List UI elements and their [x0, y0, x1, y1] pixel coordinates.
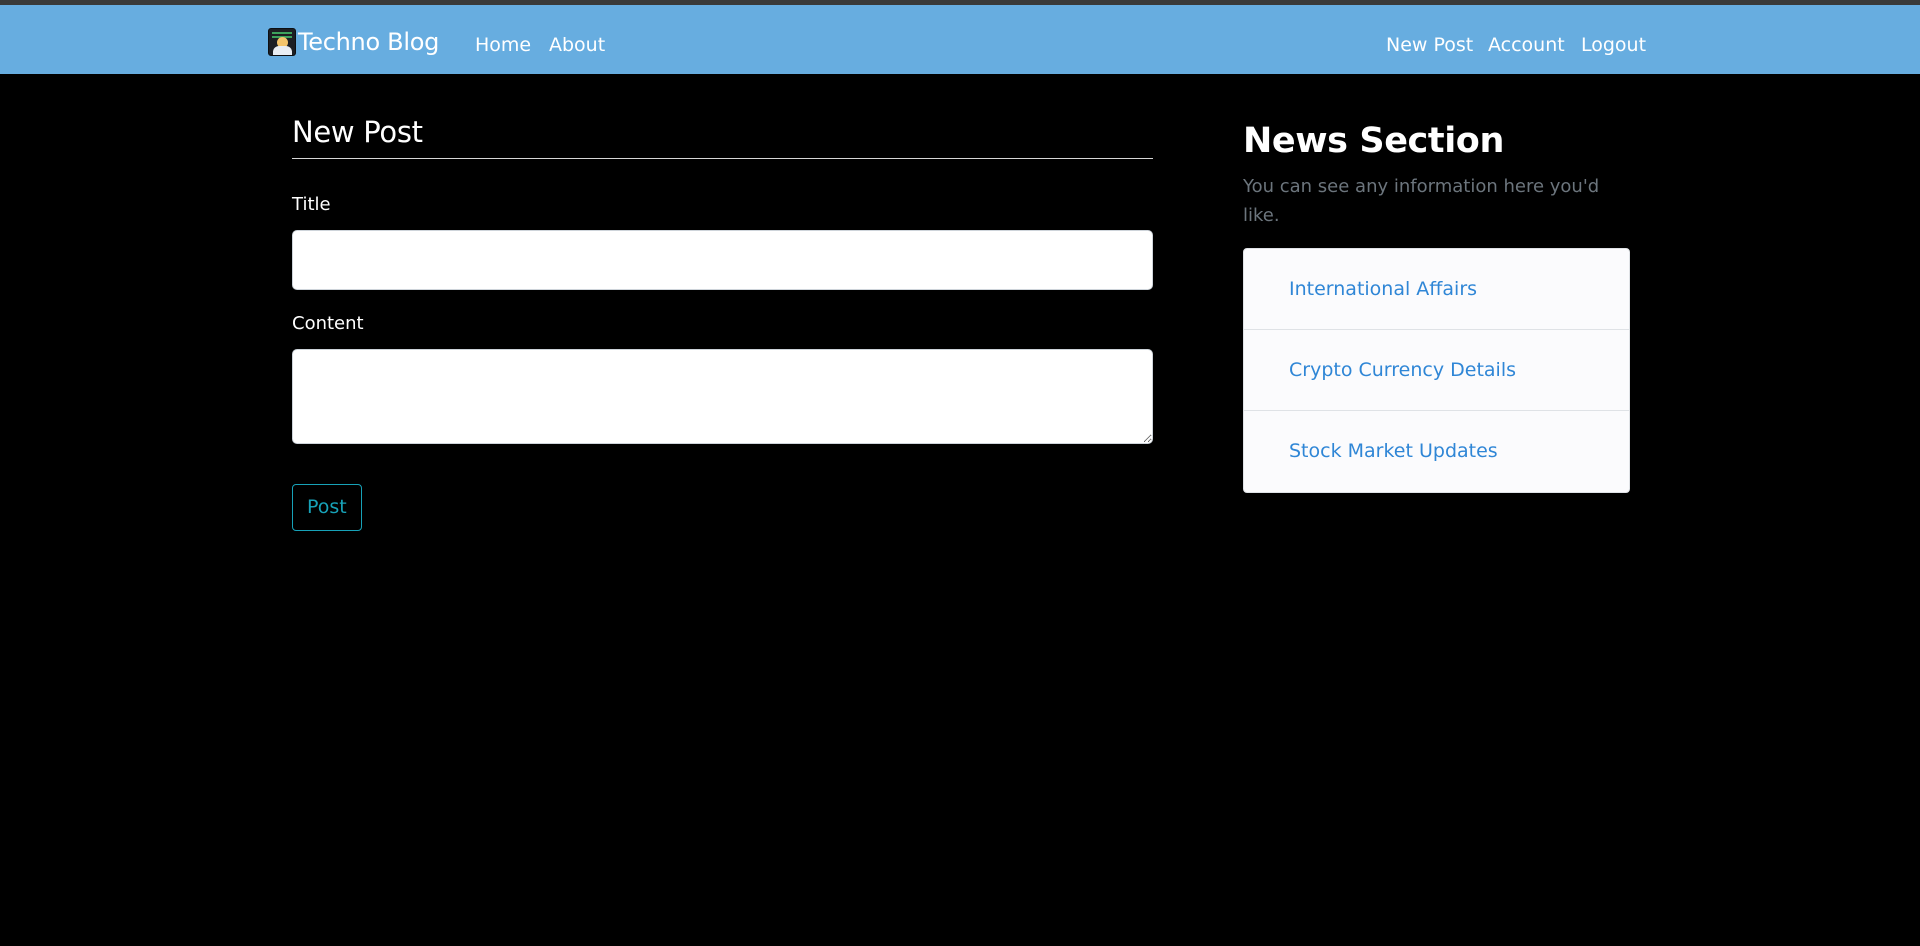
form-legend: New Post: [292, 112, 1153, 159]
news-item-international-affairs[interactable]: International Affairs: [1244, 249, 1629, 330]
content-label: Content: [292, 313, 364, 334]
sidebar-description: You can see any information here you'd l…: [1243, 176, 1600, 226]
title-input[interactable]: [292, 230, 1153, 290]
brand-link[interactable]: Techno Blog: [268, 27, 439, 57]
brand-title: Techno Blog: [298, 28, 440, 56]
nav-link-logout[interactable]: Logout: [1581, 33, 1646, 57]
nav-link-about[interactable]: About: [549, 33, 605, 57]
title-label: Title: [292, 194, 331, 215]
new-post-form: New Post Title Content Post: [292, 112, 1153, 531]
news-item-stock-market-updates[interactable]: Stock Market Updates: [1244, 411, 1629, 492]
developer-avatar-icon: [268, 28, 296, 56]
nav-link-account[interactable]: Account: [1488, 33, 1565, 57]
nav-link-new-post[interactable]: New Post: [1386, 33, 1473, 57]
post-button[interactable]: Post: [292, 484, 362, 531]
news-list: International Affairs Crypto Currency De…: [1243, 248, 1630, 493]
nav-link-home[interactable]: Home: [475, 33, 531, 57]
top-navbar: Techno Blog Home About New Post Account …: [0, 5, 1920, 74]
news-item-crypto-currency-details[interactable]: Crypto Currency Details: [1244, 330, 1629, 411]
content-textarea[interactable]: [292, 349, 1153, 444]
sidebar-title: News Section: [1243, 121, 1504, 161]
news-sidebar: News Section You can see any information…: [1243, 118, 1630, 493]
